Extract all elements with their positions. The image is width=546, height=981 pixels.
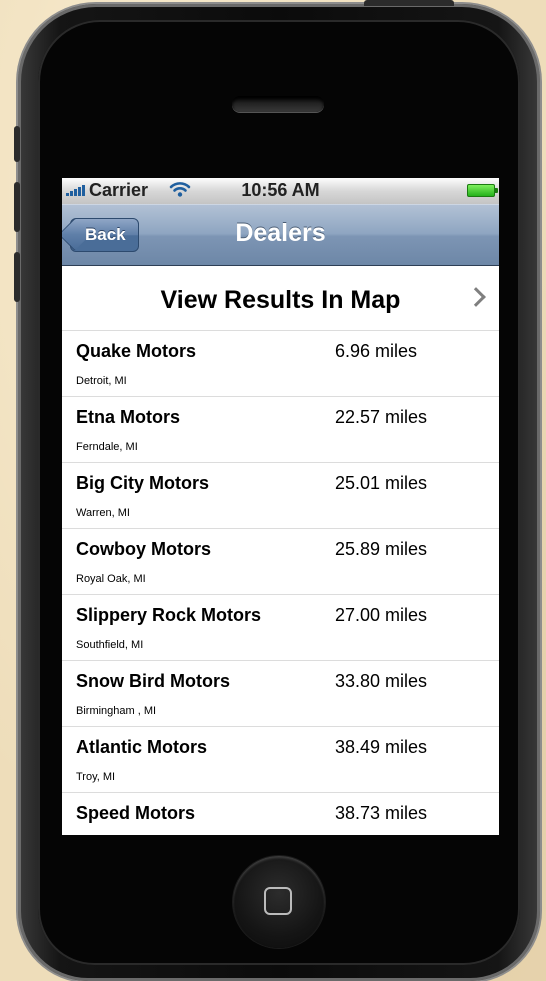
dealer-name: Snow Bird Motors: [76, 671, 230, 691]
dealer-name: Speed Motors: [76, 803, 196, 823]
dealer-location: Troy, MI: [76, 771, 116, 783]
dealer-name: Etna Motors: [76, 407, 181, 427]
dealer-distance: 33.80 miles: [335, 671, 428, 691]
view-results-in-map-label: View Results In Map: [160, 286, 401, 314]
volume-down-button[interactable]: [14, 252, 20, 302]
dealer-distance: 27.00 miles: [335, 605, 428, 625]
dealer-row[interactable]: Atlantic Motors 38.49 miles Troy, MI: [62, 727, 499, 793]
battery-icon: [467, 184, 498, 197]
dealer-row[interactable]: Cowboy Motors 25.89 miles Royal Oak, MI: [62, 529, 499, 595]
home-button-icon: [264, 887, 292, 915]
dealer-name: Big City Motors: [76, 473, 209, 493]
dealer-name: Cowboy Motors: [76, 539, 211, 559]
dealer-distance: 22.57 miles: [335, 407, 428, 427]
home-button[interactable]: [233, 856, 325, 948]
dealer-location: Detroit, MI: [76, 375, 127, 387]
status-bar: Carrier 10:56 AM: [62, 178, 499, 204]
dealer-row[interactable]: Slippery Rock Motors 27.00 miles Southfiel…: [62, 595, 499, 661]
sleep-button[interactable]: [364, 0, 454, 6]
dealer-location: Warren, MI: [76, 507, 130, 519]
dealer-location: Birmingham , MI: [76, 705, 157, 717]
view-results-in-map-row[interactable]: View Results In Map: [62, 266, 499, 331]
dealer-row[interactable]: Big City Motors 25.01 miles Warren, MI: [62, 463, 499, 529]
mute-switch[interactable]: [14, 126, 20, 162]
dealer-row[interactable]: Snow Bird Motors 33.80 miles Birmingham , …: [62, 661, 499, 727]
dealer-name: Quake Motors: [76, 341, 197, 361]
dealer-distance: 38.49 miles: [335, 737, 428, 757]
dealer-list: Quake Motors 6.96 miles Detroit, MI Etna Mo…: [62, 331, 499, 835]
dealer-distance: 6.96 miles: [335, 341, 418, 361]
status-time: 10:56 AM: [241, 180, 320, 200]
dealer-name: Slippery Rock Motors: [76, 605, 262, 625]
dealer-row[interactable]: Etna Motors 22.57 miles Ferndale, MI: [62, 397, 499, 463]
dealer-distance: 25.89 miles: [335, 539, 428, 559]
screen: Carrier 10:56 AM Back Dealers View Resul…: [62, 178, 499, 835]
dealer-location: Ferndale, MI: [76, 441, 138, 453]
dealer-distance: 25.01 miles: [335, 473, 428, 493]
back-button[interactable]: Back: [70, 218, 139, 252]
dealer-location: Royal Oak, MI: [76, 573, 146, 585]
dealer-distance: 38.73 miles: [335, 803, 428, 823]
dealer-name: Atlantic Motors: [76, 737, 208, 757]
dealer-location: Southfield, MI: [76, 639, 144, 651]
dealer-row[interactable]: Quake Motors 6.96 miles Detroit, MI: [62, 331, 499, 397]
navigation-bar: Back Dealers: [62, 204, 499, 266]
dealer-row[interactable]: Speed Motors 38.73 miles: [62, 793, 499, 835]
earpiece-speaker: [232, 96, 324, 112]
volume-up-button[interactable]: [14, 182, 20, 232]
